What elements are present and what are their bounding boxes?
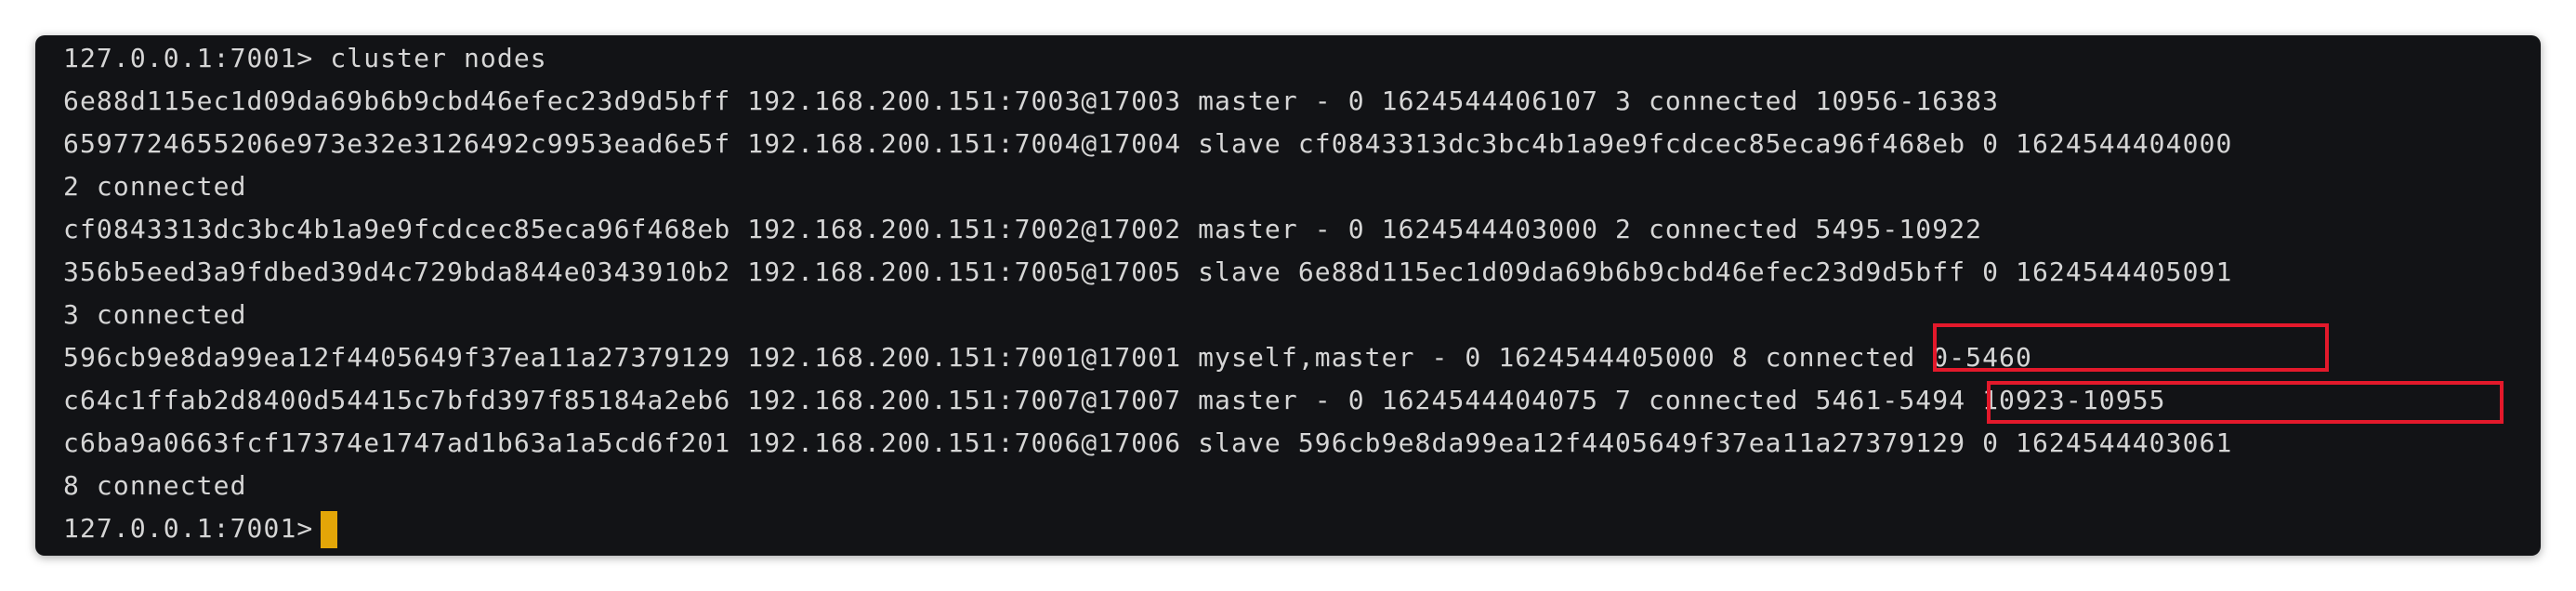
terminal-line: c64c1ffab2d8400d54415c7bfd397f85184a2eb6…: [63, 385, 2166, 415]
terminal-line: 6e88d115ec1d09da69b6b9cbd46efec23d9d5bff…: [63, 85, 2000, 116]
terminal-line: cf0843313dc3bc4b1a9e9fcdcec85eca96f468eb…: [63, 214, 1983, 244]
terminal-line: 3 connected: [63, 299, 247, 330]
terminal-window[interactable]: 127.0.0.1:7001> cluster nodes 6e88d115ec…: [35, 35, 2541, 556]
terminal-line: 6597724655206e973e32e3126492c9953ead6e5f…: [63, 128, 2233, 159]
terminal-line: 356b5eed3a9fdbed39d4c729bda844e0343910b2…: [63, 256, 2233, 287]
terminal-line: 127.0.0.1:7001> cluster nodes: [63, 43, 547, 73]
prompt-text: 127.0.0.1:7001>: [63, 513, 314, 544]
prompt-line[interactable]: 127.0.0.1:7001>: [63, 507, 338, 550]
text-cursor: [321, 511, 338, 548]
terminal-line: 596cb9e8da99ea12f4405649f37ea11a27379129…: [63, 342, 2032, 373]
terminal-line: c6ba9a0663fcf17374e1747ad1b63a1a5cd6f201…: [63, 427, 2233, 458]
terminal-line: 8 connected: [63, 470, 247, 501]
terminal-line: 2 connected: [63, 171, 247, 202]
